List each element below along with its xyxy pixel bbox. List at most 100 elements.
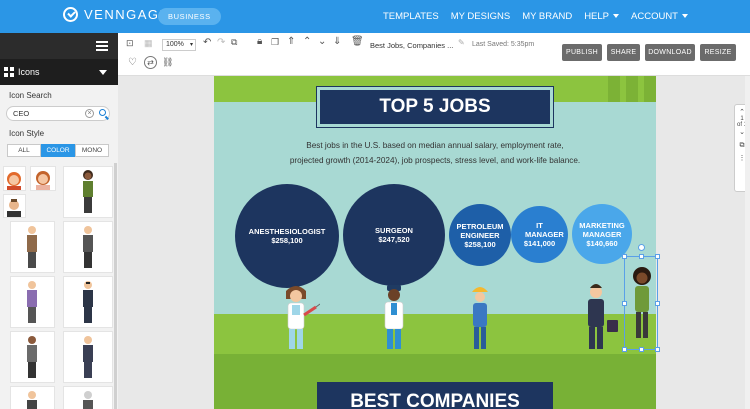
send-backward-icon[interactable]: ⌄ <box>318 36 326 47</box>
copy-icon[interactable]: ⧉ <box>231 37 237 48</box>
chevron-down-icon <box>613 14 620 19</box>
resize-handle[interactable] <box>622 301 627 306</box>
job-title: MARKETING MANAGER <box>579 220 625 239</box>
job-circle-petroleum-engineer[interactable]: PETROLEUM ENGINEER $258,100 <box>449 204 511 266</box>
link-icon[interactable]: ⛓︎ <box>162 57 173 68</box>
chevron-down-icon <box>682 14 688 19</box>
icon-result[interactable] <box>63 331 113 383</box>
icon-result[interactable] <box>30 166 56 191</box>
style-color-button[interactable]: COLOR <box>41 144 75 157</box>
infographic-description[interactable]: Best jobs in the U.S. based on median an… <box>254 138 616 168</box>
redo-icon[interactable]: ↷ <box>217 37 225 48</box>
description-line-1: Best jobs in the U.S. based on median an… <box>306 141 564 150</box>
lock-icon[interactable]: 🔒︎ <box>257 36 262 47</box>
resize-handle[interactable] <box>655 301 660 306</box>
heart-icon[interactable]: ♡ <box>128 57 137 68</box>
left-sidebar: Icons Icon Search CEO × Icon Style ALL C… <box>0 33 118 409</box>
category-dropdown[interactable]: Icons <box>0 59 118 85</box>
icon-result[interactable] <box>3 194 26 218</box>
icon-result[interactable] <box>63 386 113 409</box>
best-companies-title[interactable]: BEST COMPANIES <box>317 382 553 409</box>
icon-result[interactable] <box>63 276 113 328</box>
last-saved-text: Last Saved: 5:35pm <box>472 41 535 48</box>
icon-result[interactable] <box>63 166 113 218</box>
job-circle-anesthesiologist[interactable]: ANESTHESIOLOGIST $258,100 <box>235 184 339 288</box>
resize-handle[interactable] <box>622 347 627 352</box>
petroleum-engineer-figure[interactable] <box>466 284 494 352</box>
chevron-down-icon <box>99 70 107 75</box>
job-circle-it-manager[interactable]: IT MANAGER $141,000 <box>511 206 568 263</box>
person-figure-icon <box>83 281 93 323</box>
icon-result[interactable] <box>10 276 55 328</box>
person-figure-icon <box>27 391 37 409</box>
icon-result[interactable] <box>10 331 55 383</box>
duplicate-icon[interactable]: ❐ <box>271 37 279 48</box>
category-label: Icons <box>18 67 40 77</box>
job-salary: $258,100 <box>271 236 303 245</box>
nav-help-label: HELP <box>584 11 610 22</box>
swap-icon[interactable]: ⇄ <box>144 56 157 69</box>
decorative-bars <box>596 76 656 102</box>
surgeon-figure[interactable] <box>376 283 412 351</box>
crop-icon[interactable]: ⊡ <box>126 38 134 49</box>
job-title: PETROLEUM ENGINEER <box>456 221 504 240</box>
nav-account[interactable]: ACCOUNT <box>631 11 688 22</box>
search-icon[interactable] <box>99 109 106 116</box>
document-title[interactable]: Best Jobs, Companies ... <box>370 41 453 50</box>
icon-result[interactable] <box>10 221 55 273</box>
share-button[interactable]: SHARE <box>607 44 640 61</box>
nav-help[interactable]: HELP <box>584 11 620 22</box>
transparency-icon[interactable]: ▦ <box>144 38 153 49</box>
person-figure-icon <box>83 170 93 213</box>
person-figure-icon <box>27 281 37 323</box>
nav-my-designs[interactable]: MY DESIGNS <box>451 11 510 22</box>
resize-handle[interactable] <box>639 347 644 352</box>
send-to-back-icon[interactable]: ⇓ <box>333 36 341 47</box>
job-circle-surgeon[interactable]: SURGEON $247,520 <box>343 184 445 286</box>
person-figure-icon <box>83 336 93 378</box>
canvas-scrollbar[interactable] <box>745 76 750 409</box>
resize-handle[interactable] <box>622 254 627 259</box>
trash-icon[interactable]: 🗑︎ <box>351 36 364 47</box>
job-salary: $141,000 <box>523 239 556 248</box>
marketing-manager-figure[interactable] <box>580 282 620 352</box>
person-head-icon <box>7 172 21 190</box>
resize-handle[interactable] <box>639 254 644 259</box>
zoom-value: 100% <box>166 41 184 48</box>
nav-my-brand[interactable]: MY BRAND <box>522 11 572 22</box>
style-all-button[interactable]: ALL <box>7 144 41 157</box>
resize-button[interactable]: RESIZE <box>700 44 736 61</box>
zoom-select[interactable]: 100% ▾ <box>162 39 196 51</box>
undo-icon[interactable]: ↶ <box>203 37 211 48</box>
bring-forward-icon[interactable]: ⌃ <box>303 36 311 47</box>
style-mono-button[interactable]: MONO <box>75 144 109 157</box>
job-salary: $258,100 <box>464 239 496 249</box>
sidebar-scrollbar[interactable] <box>114 163 117 409</box>
nav-account-label: ACCOUNT <box>631 11 678 22</box>
resize-handle[interactable] <box>655 347 660 352</box>
clear-icon[interactable]: × <box>85 109 94 118</box>
icon-result[interactable] <box>63 221 113 273</box>
edit-title-icon[interactable]: ✎ <box>458 38 465 47</box>
icon-search-input[interactable]: CEO × <box>6 106 110 121</box>
rotate-handle-icon[interactable] <box>638 244 645 251</box>
download-button[interactable]: DOWNLOAD <box>645 44 695 61</box>
infographic-title[interactable]: TOP 5 JOBS <box>316 86 554 128</box>
bring-to-front-icon[interactable]: ⇑ <box>287 36 295 47</box>
job-salary: $247,520 <box>378 235 410 244</box>
infographic-page[interactable]: TOP 5 JOBS Best jobs in the U.S. based o… <box>214 76 660 409</box>
nav-templates[interactable]: TEMPLATES <box>383 11 439 22</box>
selection-box[interactable] <box>622 244 660 352</box>
anesthesiologist-figure[interactable] <box>272 283 320 351</box>
venngage-logo[interactable]: VENNGAGE <box>63 7 170 22</box>
icon-result[interactable] <box>10 386 55 409</box>
hamburger-menu-icon[interactable] <box>96 41 108 51</box>
icon-style-label: Icon Style <box>9 129 45 138</box>
icon-result[interactable] <box>3 166 26 191</box>
resize-handle[interactable] <box>655 254 660 259</box>
job-salary: $140,660 <box>586 238 618 248</box>
nav-links: TEMPLATES MY DESIGNS MY BRAND HELP ACCOU… <box>383 0 688 33</box>
person-head-icon <box>36 171 50 190</box>
job-title: SURGEON <box>375 226 413 235</box>
publish-button[interactable]: PUBLISH <box>562 44 602 61</box>
